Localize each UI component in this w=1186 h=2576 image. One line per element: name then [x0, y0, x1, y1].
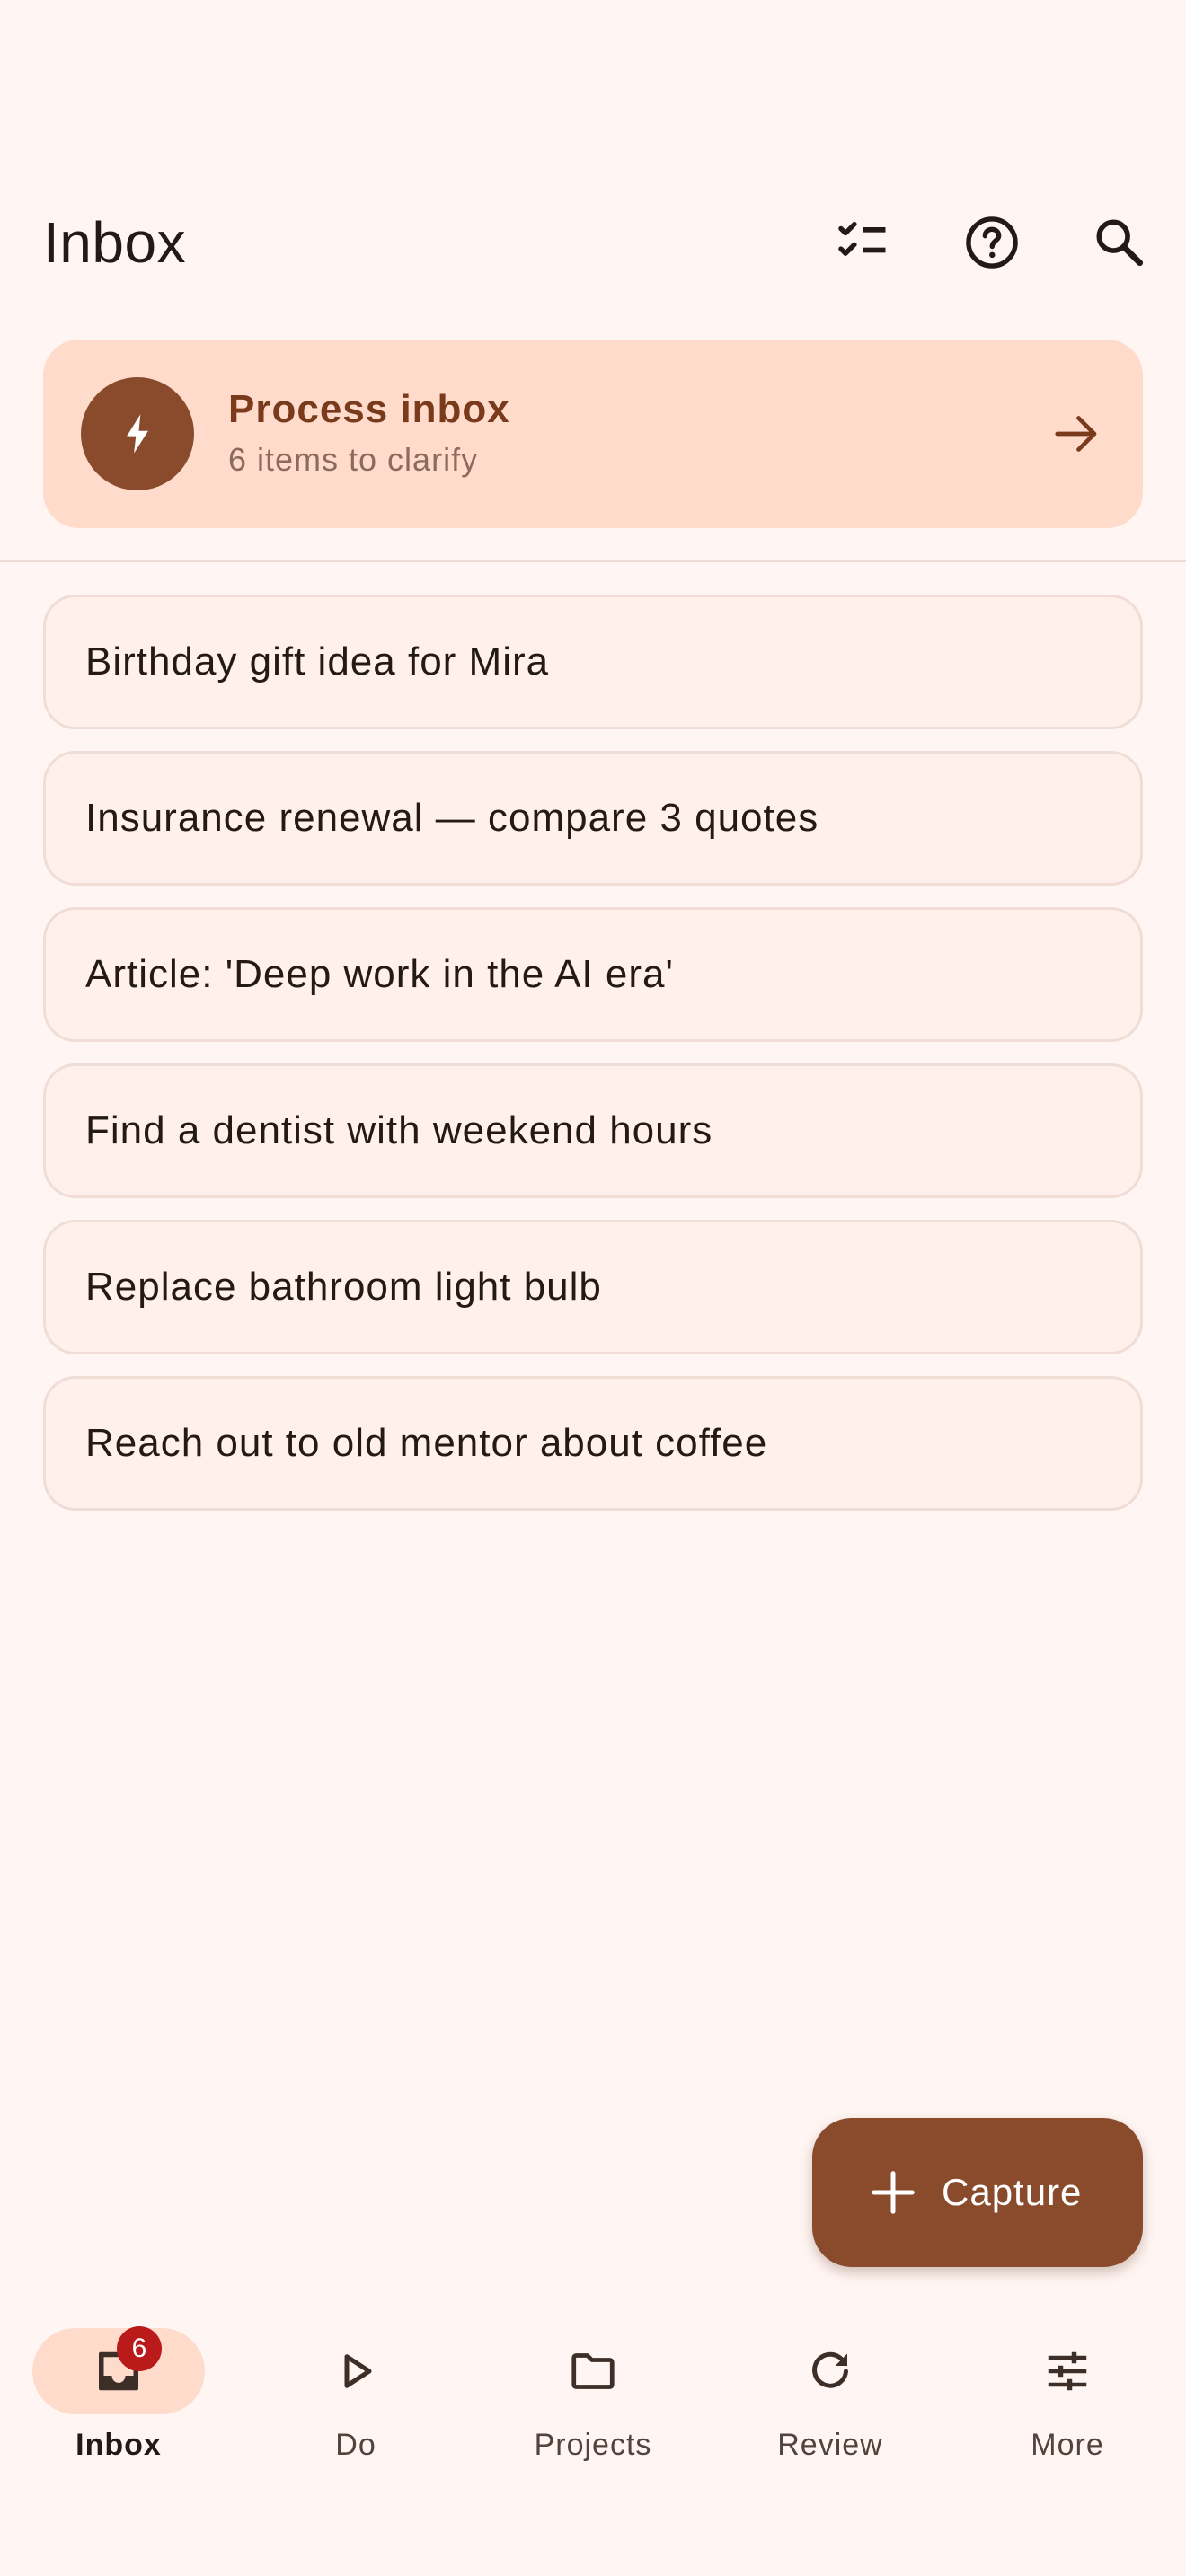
- checklist-icon: [838, 221, 886, 256]
- search-button[interactable]: [1076, 199, 1163, 286]
- inbox-count-badge: 6: [117, 2326, 162, 2371]
- nav-item-more[interactable]: More: [949, 2299, 1186, 2479]
- process-inbox-subtitle: 6 items to clarify: [228, 441, 479, 478]
- inbox-item[interactable]: Insurance renewal — compare 3 quotes: [43, 751, 1143, 886]
- app-root: Inbox Process inbox 6 items to clarify B…: [0, 0, 1186, 2576]
- inbox-item[interactable]: Reach out to old mentor about coffee: [43, 1376, 1143, 1511]
- refresh-icon: [812, 2351, 848, 2388]
- capture-button[interactable]: Capture: [812, 2118, 1143, 2267]
- process-avatar: [81, 377, 194, 490]
- inbox-item[interactable]: Birthday gift idea for Mira: [43, 595, 1143, 729]
- folder-icon: [571, 2353, 615, 2389]
- nav-item-label: Do: [335, 2428, 376, 2462]
- page-title: Inbox: [43, 210, 187, 275]
- nav-item-label: Review: [777, 2428, 883, 2462]
- tune-icon: [1048, 2351, 1087, 2391]
- help-icon: [966, 216, 1018, 269]
- nav-item-inbox[interactable]: 6 Inbox: [0, 2299, 237, 2479]
- capture-button-label: Capture: [942, 2171, 1083, 2213]
- inbox-item-text: Article: 'Deep work in the AI era': [85, 952, 674, 996]
- process-inbox-title: Process inbox: [228, 387, 510, 431]
- bottom-navigation: 6 Inbox Do Projects Review More: [0, 2299, 1186, 2576]
- nav-item-do[interactable]: Do: [237, 2299, 474, 2479]
- inbox-item-text: Insurance renewal — compare 3 quotes: [85, 796, 819, 840]
- inbox-item-text: Find a dentist with weekend hours: [85, 1108, 713, 1152]
- nav-item-label: Inbox: [75, 2428, 162, 2462]
- plus-icon: [872, 2171, 915, 2214]
- nav-item-projects[interactable]: Projects: [474, 2299, 712, 2479]
- bolt-icon: [127, 414, 148, 454]
- nav-item-label: Projects: [534, 2428, 652, 2462]
- divider: [0, 560, 1186, 562]
- search-icon: [1096, 219, 1144, 267]
- process-inbox-card[interactable]: Process inbox 6 items to clarify: [43, 340, 1143, 528]
- inbox-item-text: Reach out to old mentor about coffee: [85, 1421, 768, 1465]
- arrow-right-icon: [1055, 416, 1097, 452]
- checklist-button[interactable]: [819, 199, 906, 286]
- top-app-bar: Inbox: [0, 180, 1186, 305]
- inbox-item-text: Replace bathroom light bulb: [85, 1265, 602, 1309]
- inbox-list: Birthday gift idea for Mira Insurance re…: [43, 595, 1143, 1532]
- nav-item-label: More: [1031, 2428, 1104, 2462]
- play-icon: [344, 2354, 372, 2388]
- inbox-item[interactable]: Article: 'Deep work in the AI era': [43, 907, 1143, 1042]
- inbox-item-text: Birthday gift idea for Mira: [85, 640, 550, 684]
- inbox-item[interactable]: Replace bathroom light bulb: [43, 1220, 1143, 1354]
- help-button[interactable]: [949, 199, 1035, 286]
- inbox-item[interactable]: Find a dentist with weekend hours: [43, 1063, 1143, 1198]
- nav-item-review[interactable]: Review: [712, 2299, 949, 2479]
